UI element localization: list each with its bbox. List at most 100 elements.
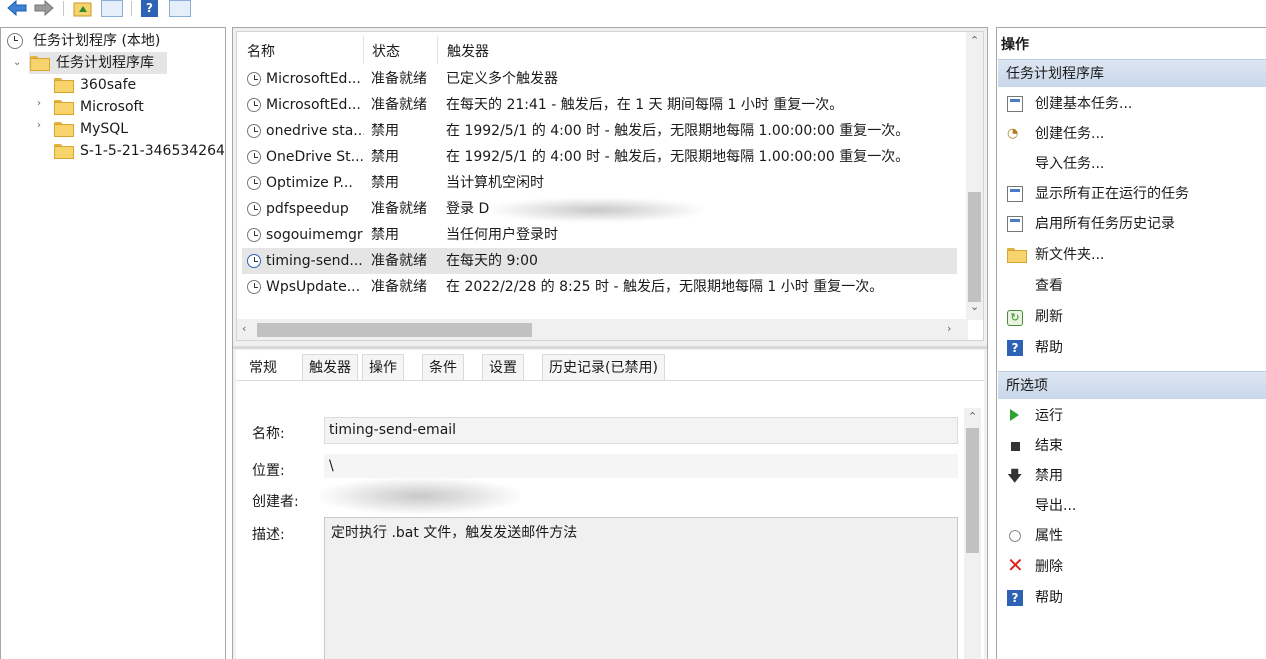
tab-triggers[interactable]: 触发器 [302,354,358,380]
back-arrow-icon[interactable] [6,0,28,17]
details-vertical-scrollbar[interactable]: ⌃ ⌄ [964,408,981,659]
task-list-horizontal-scrollbar[interactable]: ‹ › [237,319,968,340]
table-row[interactable]: MicrosoftEd... 准备就绪 已定义多个触发器 [242,66,957,92]
task-trigger: 已定义多个触发器 [446,71,558,87]
column-divider[interactable] [363,36,364,64]
scroll-down-icon[interactable]: ⌄ [970,300,979,313]
scroll-up-icon[interactable]: ⌃ [968,410,977,423]
task-name: MicrosoftEd... [266,71,361,87]
section-selected-item[interactable]: 所选项 [998,371,1266,399]
task-status: 禁用 [371,123,399,139]
tree-item-label: Microsoft [80,99,144,115]
scroll-down-icon[interactable]: ⌄ [968,652,977,659]
properties-icon [1009,530,1021,542]
table-row[interactable]: MicrosoftEd... 准备就绪 在每天的 21:41 - 触发后，在 1… [242,92,957,118]
action-disable[interactable]: 禁用 [1035,463,1063,489]
tree-item-label: S-1-5-21-346534264 [80,143,225,159]
task-list-vertical-scrollbar[interactable]: ⌃ ⌄ [966,32,983,320]
task-name: OneDrive St... [266,149,364,165]
action-delete[interactable]: 删除 [1035,554,1063,580]
task-trigger: 在 2022/2/28 的 8:25 时 - 触发后，无限期地每隔 1 小时 重… [446,279,884,295]
action-end[interactable]: 结束 [1035,433,1063,459]
task-status: 准备就绪 [371,201,427,217]
run-icon [1010,409,1019,421]
tab-history[interactable]: 历史记录(已禁用) [542,354,665,380]
table-row[interactable]: sogouimemgr 禁用 当任何用户登录时 [242,222,957,248]
author-label: 创建者: [252,494,299,510]
description-field[interactable]: 定时执行 .bat 文件，触发发送邮件方法 [324,517,958,659]
column-header-trigger[interactable]: 触发器 [447,42,489,62]
task-trigger: 当计算机空闲时 [446,175,544,191]
location-field: \ [324,454,958,478]
column-header-status[interactable]: 状态 [372,42,400,62]
end-icon [1011,442,1020,451]
help-icon: ? [1007,340,1023,356]
chevron-right-icon[interactable]: › [37,98,49,109]
action-import-task[interactable]: 导入任务... [1035,151,1104,177]
task-clock-icon [247,150,261,164]
action-refresh[interactable]: 刷新 [1035,304,1063,330]
tab-actions[interactable]: 操作 [362,354,404,380]
description-label: 描述: [252,527,285,543]
up-folder-icon[interactable] [73,0,93,17]
section-task-library[interactable]: 任务计划程序库 [998,59,1266,87]
tab-settings[interactable]: 设置 [482,354,524,380]
show-hide-action-pane-icon[interactable] [169,0,191,17]
column-divider[interactable] [437,36,438,64]
name-label: 名称: [252,426,285,442]
scroll-thumb[interactable] [966,428,979,553]
redacted-author [320,478,520,514]
action-export[interactable]: 导出... [1035,493,1076,519]
action-help[interactable]: 帮助 [1035,335,1063,361]
scroll-up-icon[interactable]: ⌃ [970,34,979,47]
table-row[interactable]: onedrive sta... 禁用 在 1992/5/1 的 4:00 时 -… [242,118,957,144]
task-clock-icon [247,254,261,268]
folder-icon [54,122,74,137]
action-new-folder[interactable]: 新文件夹... [1035,242,1104,268]
column-header-name[interactable]: 名称 [247,42,275,62]
scroll-thumb[interactable] [257,323,532,337]
show-hide-console-tree-icon[interactable] [101,0,123,17]
table-row[interactable]: pdfspeedup 准备就绪 登录 D [242,196,957,222]
action-view[interactable]: 查看 [1035,273,1063,299]
task-name: pdfspeedup [266,201,349,217]
action-show-running-tasks[interactable]: 显示所有正在运行的任务 [1035,181,1189,207]
folder-icon [54,100,74,115]
toolbar: ? [0,0,1266,22]
action-run[interactable]: 运行 [1035,403,1063,429]
tab-conditions[interactable]: 条件 [422,354,464,380]
action-create-basic-task[interactable]: 创建基本任务... [1035,91,1132,117]
scroll-right-icon[interactable]: › [947,322,951,335]
forward-arrow-icon[interactable] [33,0,55,17]
task-trigger: 在每天的 9:00 [446,253,538,269]
pane-splitter[interactable] [233,346,987,349]
redacted-region [492,198,702,222]
task-clock-icon [247,228,261,242]
task-trigger: 在 1992/5/1 的 4:00 时 - 触发后，无限期地每隔 1.00:00… [446,123,910,139]
action-enable-history[interactable]: 启用所有任务历史记录 [1035,211,1175,237]
tab-divider [236,380,984,381]
action-help-selected[interactable]: 帮助 [1035,585,1063,611]
table-row[interactable]: OneDrive St... 禁用 在 1992/5/1 的 4:00 时 - … [242,144,957,170]
tree-item-library[interactable]: 任务计划程序库 [29,52,167,74]
action-properties[interactable]: 属性 [1035,523,1063,549]
action-create-task[interactable]: 创建任务... [1035,121,1104,147]
task-name: WpsUpdate... [266,279,361,295]
tree-item-label: MySQL [80,121,129,137]
task-status: 准备就绪 [371,253,427,269]
table-row[interactable]: Optimize P... 禁用 当计算机空闲时 [242,170,957,196]
table-row-selected[interactable]: timing-send... 准备就绪 在每天的 9:00 [242,248,957,274]
scroll-thumb[interactable] [968,192,981,302]
chevron-down-icon[interactable]: ⌄ [13,57,25,68]
task-clock-icon [247,176,261,190]
table-row[interactable]: WpsUpdate... 准备就绪 在 2022/2/28 的 8:25 时 -… [242,274,957,300]
chevron-right-icon[interactable]: › [37,120,49,131]
help-icon: ? [1007,590,1023,606]
task-clock-icon [247,202,261,216]
task-clock-icon [247,280,261,294]
name-field[interactable]: timing-send-email [324,417,958,444]
help-icon[interactable]: ? [141,0,158,17]
scroll-left-icon[interactable]: ‹ [242,322,246,335]
tab-general[interactable]: 常规 [242,354,284,380]
task-name: onedrive sta... [266,123,364,139]
